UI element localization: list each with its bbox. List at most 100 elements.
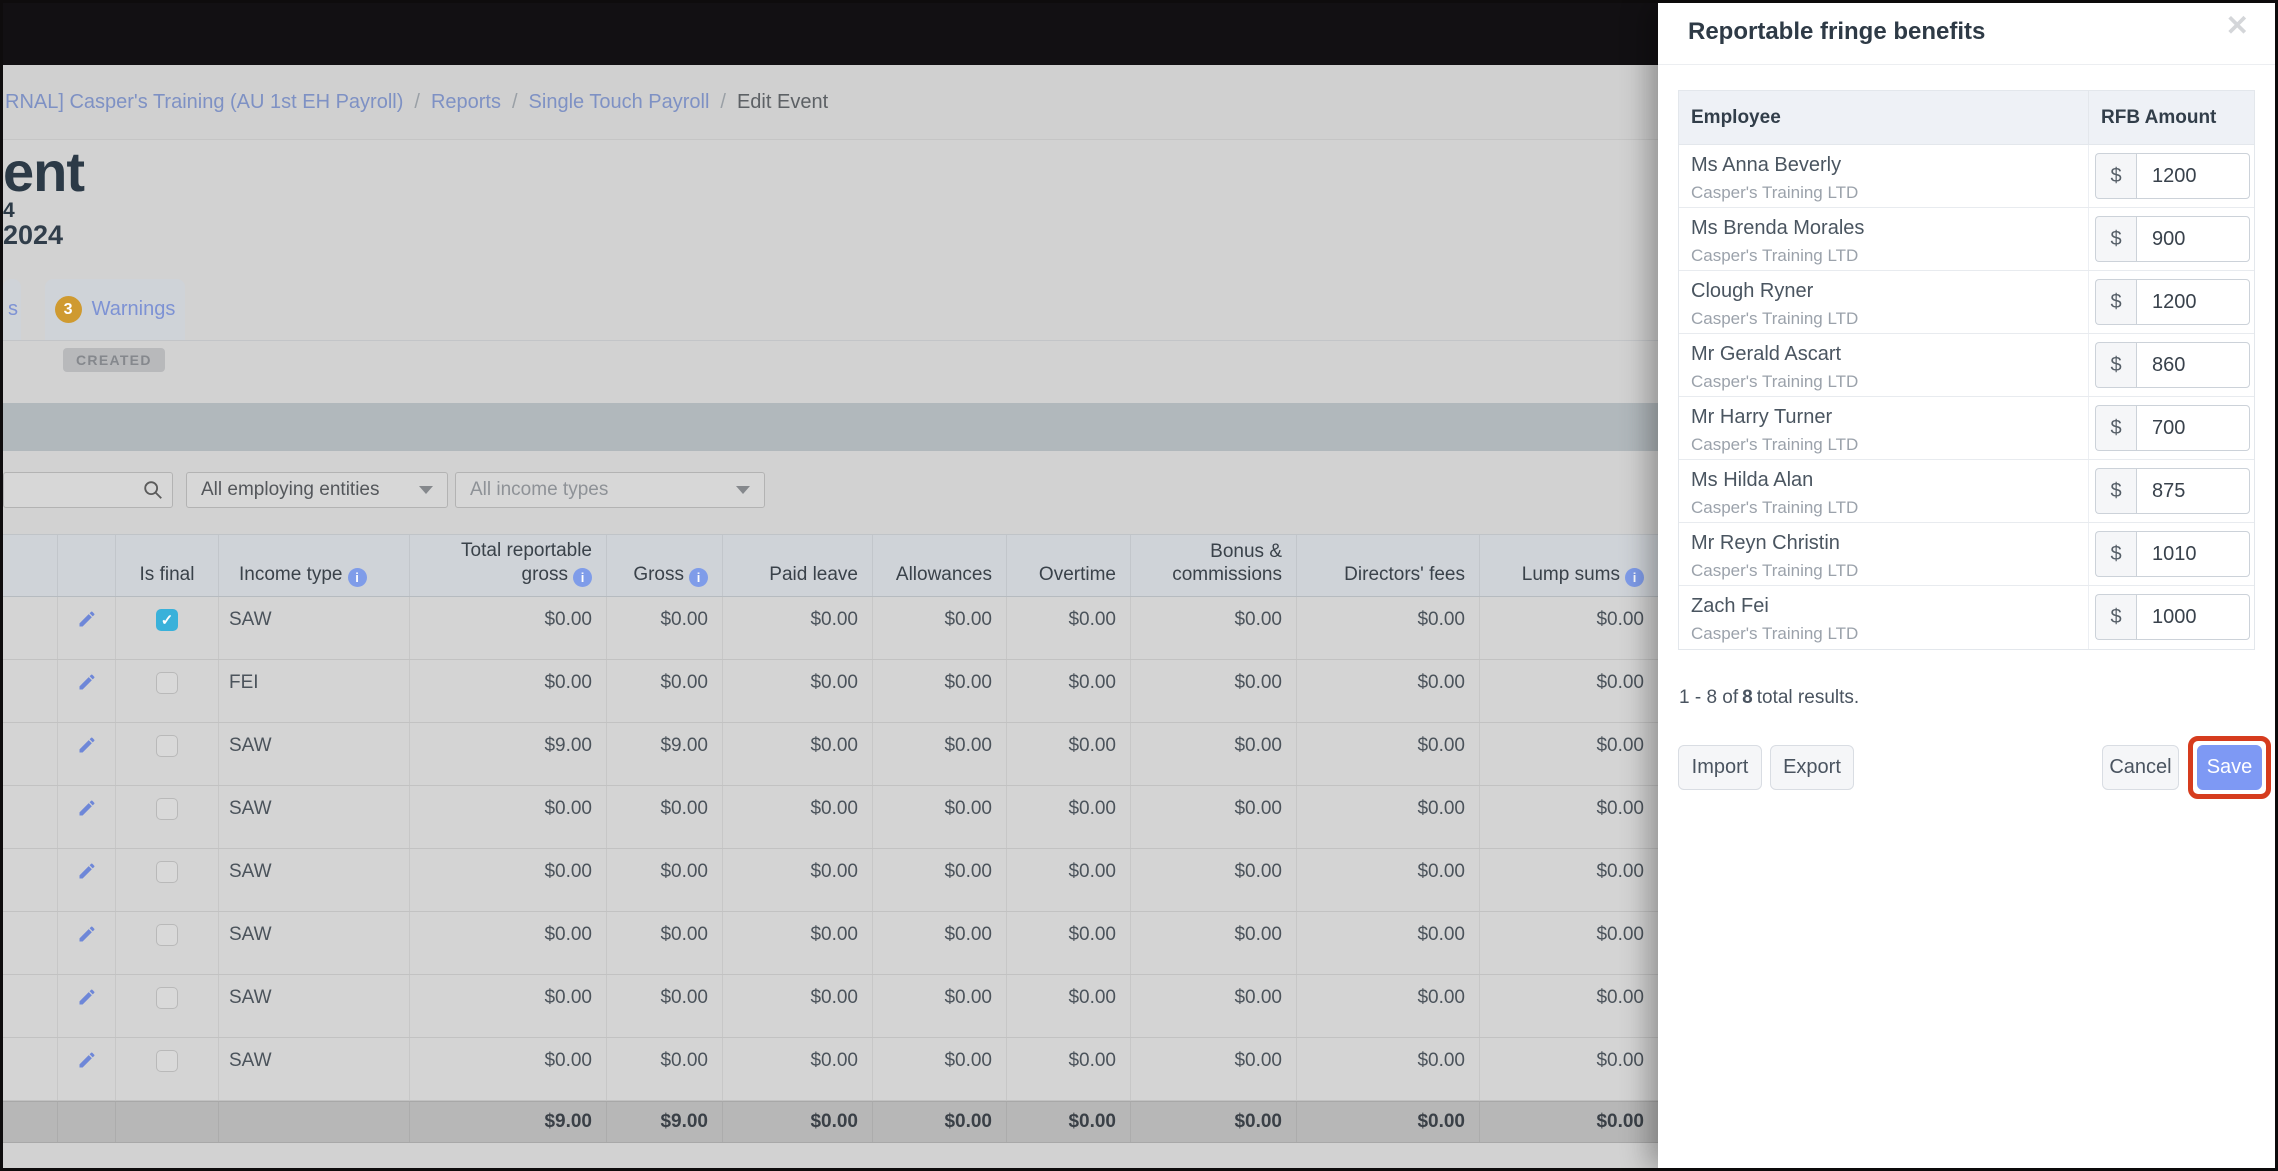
amount-cell: $0.00 (1131, 849, 1297, 911)
amount-cell: $0.00 (1297, 849, 1480, 911)
rfb-table-row: Mr Gerald Ascart Casper's Training LTD $ (1679, 334, 2254, 397)
edit-pencil-icon[interactable] (77, 987, 97, 1007)
employee-company: Casper's Training LTD (1691, 435, 1859, 454)
warnings-count-badge: 3 (54, 296, 82, 323)
employing-entities-value: All employing entities (201, 479, 380, 500)
employee-name: Clough Ryner (1691, 280, 1814, 302)
currency-prefix: $ (2095, 216, 2136, 262)
total-amount-cell: $0.00 (1297, 1102, 1480, 1142)
top-black-bar (3, 3, 1658, 65)
amount-cell: $0.00 (1131, 1038, 1297, 1100)
save-button[interactable]: Save (2197, 745, 2262, 790)
rfb-table-body: Ms Anna BeverlyCasper's Training LTD$Ms … (1679, 145, 2254, 649)
employee-company: Casper's Training LTD (1691, 498, 1859, 517)
edit-pencil-icon[interactable] (77, 861, 97, 881)
header-income-type-label: Income type (239, 564, 343, 585)
breadcrumb-business[interactable]: RNAL] Casper's Training (AU 1st EH Payro… (5, 91, 403, 113)
edit-pencil-icon[interactable] (77, 924, 97, 944)
is-final-checkbox[interactable]: ✓ (156, 609, 178, 631)
table-row: SAW $9.00 $9.00 $0.00 $0.00 $0.00 $0.00 $0.00 $0… (3, 723, 1658, 786)
export-button[interactable]: Export (1770, 745, 1854, 790)
currency-prefix: $ (2095, 279, 2136, 325)
modal-title: Reportable fringe benefits (1688, 18, 1986, 45)
breadcrumb-reports[interactable]: Reports (431, 91, 501, 113)
is-final-cell (116, 723, 219, 785)
amount-cell: $0.00 (873, 912, 1007, 974)
edit-pencil-icon[interactable] (77, 672, 97, 692)
edit-pencil-icon[interactable] (77, 798, 97, 818)
employee-cell-cropped (3, 849, 58, 911)
rfb-amount-input[interactable] (2136, 279, 2250, 325)
amount-cell: $9.00 (607, 723, 723, 785)
breadcrumb: RNAL] Casper's Training (AU 1st EH Payro… (5, 91, 828, 114)
info-icon[interactable]: i (1625, 568, 1644, 587)
edit-pencil-icon[interactable] (77, 609, 97, 629)
close-icon[interactable]: ✕ (2226, 12, 2249, 40)
currency-prefix: $ (2095, 405, 2136, 451)
stp-table-totals-row: $9.00 $9.00 $0.00 $0.00 $0.00 $0.00 $0.00 $0.00 (3, 1101, 1658, 1143)
is-final-checkbox[interactable] (156, 735, 178, 757)
rfb-amount-input[interactable] (2136, 153, 2250, 199)
tab-warnings[interactable]: 3 Warnings (45, 279, 185, 340)
header-is-final: Is final (116, 535, 219, 596)
rfb-employee-cell: Ms Hilda Alan Casper's Training LTD (1679, 460, 2089, 522)
breadcrumb-stp[interactable]: Single Touch Payroll (529, 91, 710, 113)
section-header-band (3, 403, 1658, 451)
rfb-table-row: Mr Harry Turner Casper's Training LTD $ (1679, 397, 2254, 460)
rfb-amount-input[interactable] (2136, 405, 2250, 451)
employee-name: Ms Hilda Alan (1691, 469, 1814, 491)
amount-cell: $0.00 (607, 912, 723, 974)
rfb-amount-input[interactable] (2136, 216, 2250, 262)
is-final-checkbox[interactable] (156, 672, 178, 694)
rfb-amount-input[interactable] (2136, 594, 2250, 640)
income-types-dropdown[interactable]: All income types (455, 472, 765, 508)
amount-cell: $0.00 (873, 1038, 1007, 1100)
status-badge: CREATED (63, 348, 165, 372)
page-title: ent (3, 140, 85, 203)
tab-warnings-label: Warnings (91, 298, 176, 320)
totals-empty-cell (58, 1102, 116, 1142)
amount-cell: $0.00 (1131, 912, 1297, 974)
info-icon[interactable]: i (689, 568, 708, 587)
edit-pencil-icon[interactable] (77, 735, 97, 755)
rfb-amount-group: $ (2095, 342, 2250, 388)
edit-pencil-icon[interactable] (77, 1050, 97, 1070)
header-lump-sums: Lump sums i (1480, 535, 1658, 596)
cancel-button[interactable]: Cancel (2102, 745, 2179, 790)
stp-table-header: Is final Income type i Total reportable g… (3, 534, 1658, 597)
main-page: RNAL] Casper's Training (AU 1st EH Payro… (3, 3, 1658, 1168)
info-icon[interactable]: i (573, 568, 592, 587)
is-final-checkbox[interactable] (156, 1050, 178, 1072)
amount-cell: $0.00 (410, 849, 607, 911)
rfb-amount-input[interactable] (2136, 531, 2250, 577)
rfb-amount-cell: $ (2089, 334, 2254, 396)
amount-cell: $0.00 (1297, 1038, 1480, 1100)
info-icon[interactable]: i (347, 568, 367, 587)
is-final-checkbox[interactable] (156, 987, 178, 1009)
is-final-checkbox[interactable] (156, 861, 178, 883)
employing-entities-dropdown[interactable]: All employing entities (186, 472, 448, 508)
currency-prefix: $ (2095, 468, 2136, 514)
search-box[interactable] (3, 472, 173, 508)
tab-events-partial[interactable]: s (3, 279, 21, 340)
employee-name: Mr Gerald Ascart (1691, 343, 1842, 365)
edit-cell (58, 597, 116, 659)
is-final-cell (116, 849, 219, 911)
amount-cell: $0.00 (1297, 723, 1480, 785)
results-total: 8 (1742, 687, 1753, 708)
rfb-amount-group: $ (2095, 468, 2250, 514)
rfb-amount-input[interactable] (2136, 468, 2250, 514)
is-final-checkbox[interactable] (156, 798, 178, 820)
import-button[interactable]: Import (1678, 745, 1762, 790)
search-input[interactable] (10, 479, 142, 501)
is-final-checkbox[interactable] (156, 924, 178, 946)
amount-cell: $0.00 (723, 1038, 873, 1100)
header-lump-sums-label: Lump sums (1521, 564, 1620, 585)
header-allowances: Allowances (873, 535, 1007, 596)
rfb-amount-input[interactable] (2136, 342, 2250, 388)
currency-prefix: $ (2095, 153, 2136, 199)
amount-cell: $0.00 (723, 849, 873, 911)
amount-cell: $0.00 (723, 660, 873, 722)
amount-cell: $0.00 (1297, 786, 1480, 848)
stp-table-body: ✓ SAW $0.00 $0.00 $0.00 $0.00 $0.00 $0.00 $0.00 $… (3, 597, 1658, 1101)
